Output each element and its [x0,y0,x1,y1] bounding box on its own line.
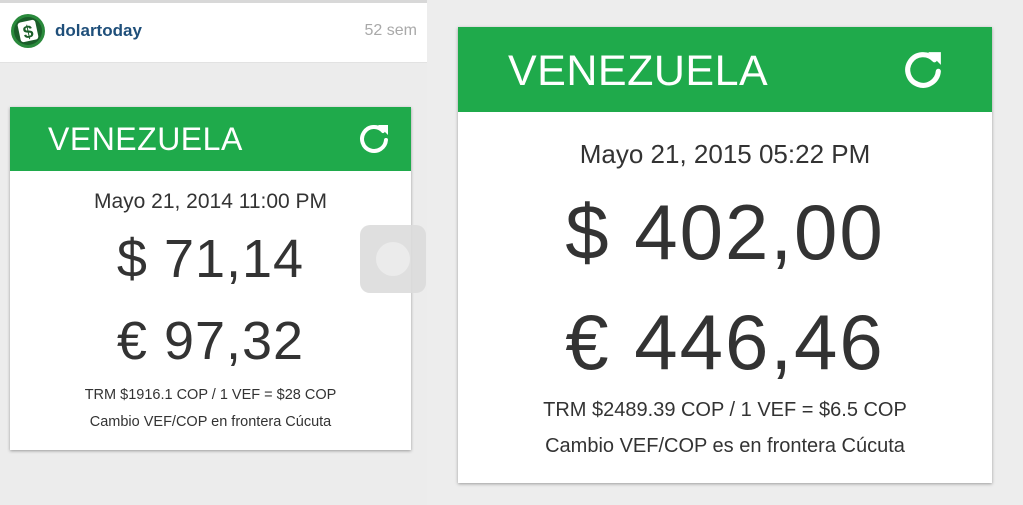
trm-text: TRM $2489.39 COP / 1 VEF = $6.5 COP [543,399,907,421]
divider [0,0,427,3]
exchange-note: Cambio VEF/COP es en frontera Cúcuta [545,435,905,457]
floating-button-dot [376,242,410,276]
post-timestamp: 52 sem [364,22,417,39]
card-header: VENEZUELA [10,107,411,171]
eur-rate: € 97,32 [116,311,305,371]
rate-card-2015: VENEZUELA Mayo 21, 2015 05:22 PM $ 402,0… [458,27,992,483]
refresh-icon[interactable] [900,47,946,93]
usd-rate: $ 71,14 [116,229,305,289]
dollar-logo-icon: $ [11,14,45,48]
card-title: VENEZUELA [508,47,769,95]
usd-rate: $ 402,00 [565,188,885,276]
username-link[interactable]: dolartoday [55,21,142,41]
instagram-post-panel: $ dolartoday 52 sem VENEZUELA Mayo 21, 2… [0,0,427,505]
rate-date: Mayo 21, 2015 05:22 PM [579,139,871,169]
exchange-note: Cambio VEF/COP en frontera Cúcuta [89,414,332,430]
card-title: VENEZUELA [48,121,243,157]
eur-rate: € 446,46 [565,298,885,386]
trm-text: TRM $1916.1 COP / 1 VEF = $28 COP [84,387,337,403]
avatar[interactable]: $ [10,13,46,49]
rate-date: Mayo 21, 2014 11:00 PM [93,190,328,213]
floating-button[interactable] [360,225,426,293]
rate-card-2014: VENEZUELA Mayo 21, 2014 11:00 PM $ 71,14… [10,107,411,450]
post-header: $ dolartoday 52 sem [0,0,427,63]
card-header: VENEZUELA [458,27,992,112]
refresh-icon[interactable] [356,121,392,157]
